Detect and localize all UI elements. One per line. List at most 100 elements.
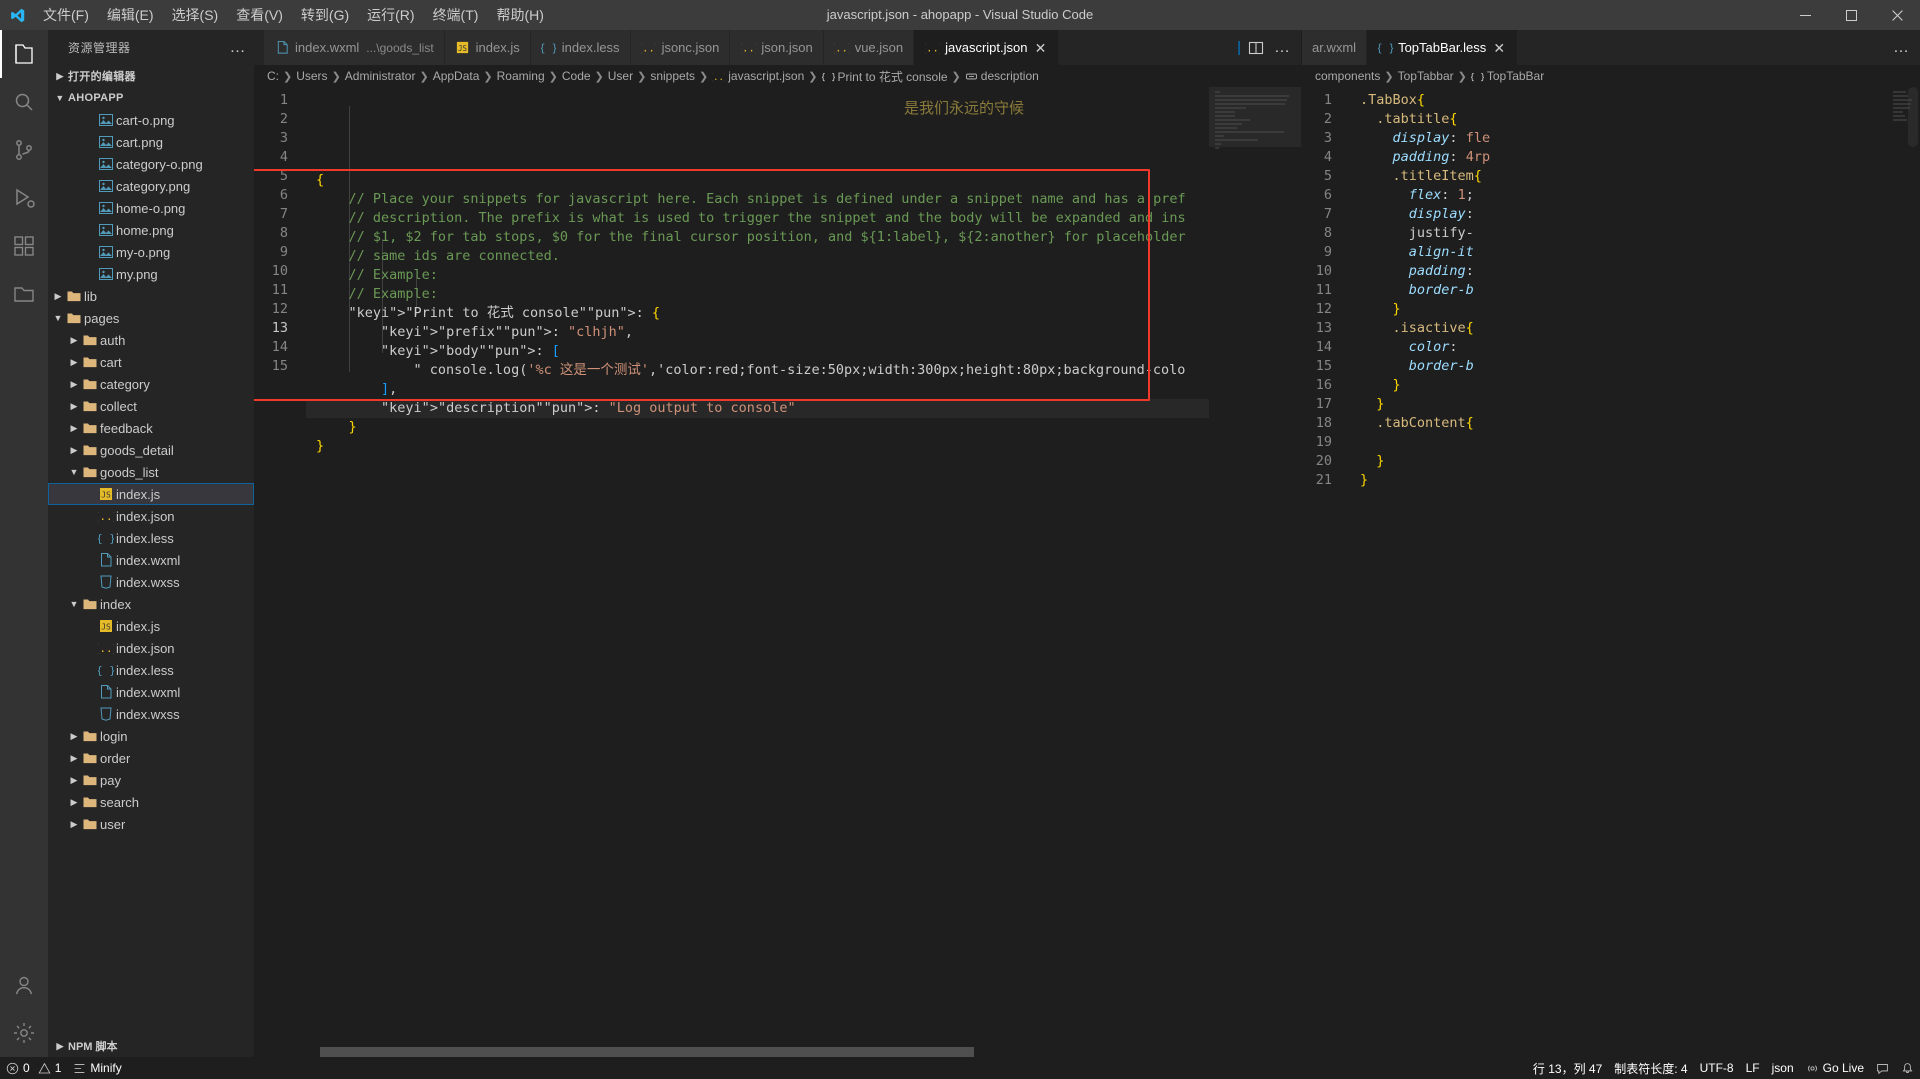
tree-item-feedback[interactable]: ▶ feedback xyxy=(48,417,254,439)
code-line[interactable]: "keyi">"description""pun">: "Log output … xyxy=(306,399,1301,418)
right-breadcrumb[interactable]: components❯TopTabbar❯{ }TopTabBar xyxy=(1302,65,1920,87)
chevron-right-icon[interactable]: ▶ xyxy=(68,379,80,390)
left-breadcrumb[interactable]: C: ❯ Users ❯ Administrator ❯ AppData ❯ Roaming ❯ C… xyxy=(254,65,1301,87)
indentation-status[interactable]: 制表符长度: 4 xyxy=(1608,1057,1693,1079)
close-icon[interactable]: ✕ xyxy=(1032,41,1048,55)
more-actions-icon[interactable]: … xyxy=(1890,39,1912,55)
tree-item-search[interactable]: ▶ search xyxy=(48,791,254,813)
breadcrumb-item[interactable]: Users xyxy=(294,69,329,83)
section-open-editors[interactable]: ▶ 打开的编辑器 xyxy=(48,65,254,87)
encoding-status[interactable]: UTF-8 xyxy=(1694,1057,1740,1079)
chevron-right-icon[interactable]: ▶ xyxy=(68,775,80,786)
tree-item-index-less[interactable]: { }index.less xyxy=(48,659,254,681)
cursor-position-status[interactable]: 行 13，列 47 xyxy=(1527,1057,1608,1079)
section-npm-scripts[interactable]: ▶ NPM 脚本 xyxy=(48,1035,254,1057)
chevron-right-icon[interactable]: ▶ xyxy=(68,731,80,742)
code-line[interactable]: display: xyxy=(1350,205,1920,224)
feedback-status[interactable] xyxy=(1870,1057,1895,1079)
code-line[interactable]: display: fle xyxy=(1350,129,1920,148)
more-actions-icon[interactable]: … xyxy=(1271,39,1293,55)
tree-item-auth[interactable]: ▶ auth xyxy=(48,329,254,351)
tree-item-cart[interactable]: ▶ cart xyxy=(48,351,254,373)
menu-view[interactable]: 查看(V) xyxy=(227,0,292,30)
breadcrumb-item[interactable]: User xyxy=(606,69,635,83)
window-controls[interactable] xyxy=(1782,0,1920,30)
problems-status[interactable]: 0 1 xyxy=(0,1057,67,1079)
tree-item-index-js[interactable]: JS index.js xyxy=(48,615,254,637)
minimize-icon[interactable] xyxy=(1782,0,1828,30)
section-project[interactable]: ▼ AHOPAPP xyxy=(48,87,254,109)
code-line[interactable]: .TabBox{ xyxy=(1350,91,1920,110)
right-vertical-scrollbar[interactable] xyxy=(1908,87,1918,147)
code-line[interactable]: .tabContent{ xyxy=(1350,414,1920,433)
chevron-right-icon[interactable]: ▶ xyxy=(68,357,80,368)
code-line[interactable]: ], xyxy=(306,380,1301,399)
go-live-status[interactable]: Go Live xyxy=(1800,1057,1870,1079)
breadcrumb-item[interactable]: Code xyxy=(560,69,593,83)
tree-item-lib[interactable]: ▶ lib xyxy=(48,285,254,307)
tree-item-goods-list[interactable]: ▼ goods_list xyxy=(48,461,254,483)
language-mode-status[interactable]: json xyxy=(1766,1057,1800,1079)
code-line[interactable]: // Example: xyxy=(306,266,1301,285)
tree-item-category-o-png[interactable]: category-o.png xyxy=(48,153,254,175)
tree-item-index[interactable]: ▼ index xyxy=(48,593,254,615)
code-line[interactable]: } xyxy=(1350,376,1920,395)
tree-item-login[interactable]: ▶ login xyxy=(48,725,254,747)
menu-file[interactable]: 文件(F) xyxy=(34,0,98,30)
menu-terminal[interactable]: 终端(T) xyxy=(424,0,488,30)
breadcrumb-item[interactable]: Administrator xyxy=(343,69,418,83)
code-line[interactable]: // description. The prefix is what is us… xyxy=(306,209,1301,228)
breadcrumb-item[interactable]: Roaming xyxy=(495,69,547,83)
menu-run[interactable]: 运行(R) xyxy=(358,0,423,30)
chevron-down-icon[interactable]: ▼ xyxy=(52,313,64,323)
tab-index-less[interactable]: { } index.less xyxy=(530,30,631,65)
breadcrumb-item[interactable]: components xyxy=(1313,69,1382,83)
remote-explorer-icon[interactable] xyxy=(0,270,48,318)
menu-edit[interactable]: 编辑(E) xyxy=(98,0,163,30)
explorer-icon[interactable] xyxy=(0,30,48,78)
breadcrumb-item[interactable]: C: xyxy=(265,69,281,83)
chevron-down-icon[interactable]: ▼ xyxy=(68,599,80,609)
left-horizontal-scrollbar[interactable] xyxy=(254,1047,1301,1057)
chevron-right-icon[interactable]: ▶ xyxy=(68,797,80,808)
chevron-right-icon[interactable]: ▶ xyxy=(68,445,80,456)
tree-item-index-wxml[interactable]: index.wxml xyxy=(48,549,254,571)
right-minimap[interactable] xyxy=(1890,87,1920,1057)
tree-item-collect[interactable]: ▶ collect xyxy=(48,395,254,417)
code-line[interactable]: .tabtitle{ xyxy=(1350,110,1920,129)
left-editor-actions[interactable]: | … xyxy=(1229,30,1301,65)
extensions-icon[interactable] xyxy=(0,222,48,270)
code-line[interactable]: } xyxy=(1350,452,1920,471)
breadcrumb-item[interactable]: AppData xyxy=(431,69,482,83)
tree-item-user[interactable]: ▶ user xyxy=(48,813,254,835)
chevron-right-icon[interactable]: ▶ xyxy=(68,819,80,830)
left-minimap[interactable] xyxy=(1209,87,1301,1057)
left-code-content[interactable]: { // Place your snippets for javascript … xyxy=(306,87,1301,1057)
left-code-area[interactable]: 1 2 3 4 5 6 7 8 9 10 11 12 13 14 15 { // Place your sn… xyxy=(254,87,1301,1057)
chevron-right-icon[interactable]: ▶ xyxy=(68,401,80,412)
account-icon[interactable] xyxy=(0,961,48,1009)
code-line[interactable] xyxy=(1350,433,1920,452)
maximize-icon[interactable] xyxy=(1828,0,1874,30)
code-line[interactable]: "keyi">"body""pun">: [ xyxy=(306,342,1301,361)
code-line[interactable]: flex: 1; xyxy=(1350,186,1920,205)
code-line[interactable]: border-b xyxy=(1350,357,1920,376)
code-line[interactable]: .isactive{ xyxy=(1350,319,1920,338)
code-line[interactable]: color: xyxy=(1350,338,1920,357)
chevron-right-icon[interactable]: ▶ xyxy=(68,335,80,346)
breadcrumb-item[interactable]: snippets xyxy=(648,69,697,83)
sidebar-more-actions-icon[interactable]: … xyxy=(230,39,247,55)
tree-item-category-png[interactable]: category.png xyxy=(48,175,254,197)
tab-index-wxml[interactable]: index.wxml ...\goods_list xyxy=(264,30,445,65)
code-line[interactable]: border-b xyxy=(1350,281,1920,300)
scrollbar-thumb[interactable] xyxy=(320,1047,974,1057)
right-code-area[interactable]: 1 2 3 4 5 6 7 8 9 10 11 12 13 14 15 16 17 18 19 20 21 .TabBo… xyxy=(1302,87,1920,1057)
tree-item-pages[interactable]: ▼ pages xyxy=(48,307,254,329)
code-line[interactable]: padding: 4rp xyxy=(1350,148,1920,167)
tree-item-index-js[interactable]: JS index.js xyxy=(48,483,254,505)
tree-item-goods-detail[interactable]: ▶ goods_detail xyxy=(48,439,254,461)
code-line[interactable]: // Example: xyxy=(306,285,1301,304)
chevron-right-icon[interactable]: ▶ xyxy=(68,753,80,764)
tree-item-order[interactable]: ▶ order xyxy=(48,747,254,769)
code-line[interactable]: { xyxy=(306,171,1301,190)
